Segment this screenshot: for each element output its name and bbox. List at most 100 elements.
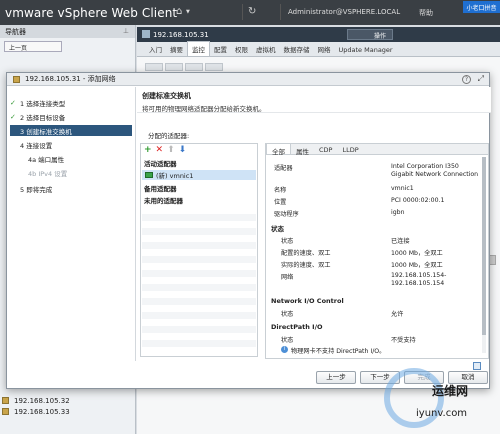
host-list: 192.168.105.32 192.168.105.33 xyxy=(2,395,70,417)
tab-update-manager[interactable]: Update Manager xyxy=(335,44,397,56)
home-icon[interactable]: ⌂ xyxy=(176,6,182,17)
ime-toolbar[interactable]: 小老口拼音 xyxy=(463,1,500,13)
step-connection-settings[interactable]: 4 连接设置 xyxy=(10,139,52,150)
sub-tab[interactable] xyxy=(145,63,163,71)
detail-key: 位置 xyxy=(274,199,287,206)
detail-key: 适配器 xyxy=(274,165,293,172)
empty-row xyxy=(142,340,256,347)
adapter-row[interactable]: (新) vmnic1 xyxy=(142,170,256,180)
object-title: 192.168.105.31 xyxy=(153,30,209,39)
step-ready-to-complete[interactable]: 5 即将完成 xyxy=(10,183,52,194)
add-icon[interactable]: + xyxy=(144,146,152,155)
dialog-title: 192.168.105.31 - 添加网络 xyxy=(25,75,116,83)
detail-key: 配置的速度、双工 xyxy=(281,250,331,257)
top-bar: vmware vSphere Web Client ⌂ ▼ ↻ Administ… xyxy=(0,0,500,25)
tab-monitor[interactable]: 监控 xyxy=(187,41,210,56)
wizard-steps: ✓ 1 选择连接类型 ✓ 2 选择目标设备 3 创建标准交换机 4 连接设置 4… xyxy=(7,87,136,361)
step-label: 2 选择目标设备 xyxy=(20,113,66,122)
refresh-icon[interactable]: ↻ xyxy=(248,6,256,17)
pin-icon[interactable]: ⊥ xyxy=(123,27,129,35)
step-title: 创建标准交换机 xyxy=(142,92,191,100)
empty-row xyxy=(142,284,256,291)
detail-value: 允许 xyxy=(391,311,404,318)
tab-properties[interactable]: 属性 xyxy=(291,144,314,156)
empty-row xyxy=(142,326,256,333)
tab-all[interactable]: 全部 xyxy=(266,144,291,156)
detail-value: 1000 Mb，全双工 xyxy=(391,262,443,269)
detail-value: 192.168.105.154-192.168.105.154 xyxy=(391,272,447,287)
sub-tab[interactable] xyxy=(165,63,183,71)
list-item[interactable]: 192.168.105.33 xyxy=(2,406,70,417)
detail-key: 驱动程序 xyxy=(274,211,299,218)
step-label: 4 连接设置 xyxy=(20,141,53,150)
step-label: 5 即将完成 xyxy=(20,185,53,194)
step-header: 创建标准交换机 将可用的物理网络适配器分配给新交换机。 xyxy=(137,87,491,113)
help-icon[interactable]: ? xyxy=(462,75,471,84)
detail-value: PCI 0000:02:00.1 xyxy=(391,197,445,204)
back-button[interactable]: 上一步 xyxy=(316,371,356,384)
detail-key: 实际的速度、双工 xyxy=(281,262,331,269)
empty-row xyxy=(142,270,256,277)
unused-adapters-heading: 未用的适配器 xyxy=(144,197,183,205)
expand-icon[interactable]: ⤢ xyxy=(478,74,484,84)
move-down-icon[interactable]: ⬇ xyxy=(179,146,187,155)
sub-tab[interactable] xyxy=(185,63,203,71)
nioc-section-title: Network I/O Control xyxy=(271,297,344,305)
details-scrollbar[interactable] xyxy=(482,157,486,353)
empty-row xyxy=(142,228,256,235)
scrollbar-thumb[interactable] xyxy=(482,157,486,335)
tab-configure[interactable]: 配置 xyxy=(210,42,231,56)
watermark-text: 运维网 xyxy=(432,384,469,398)
tab-cdp[interactable]: CDP xyxy=(314,144,337,154)
detail-value: igbn xyxy=(391,209,405,216)
step-select-target-device[interactable]: ✓ 2 选择目标设备 xyxy=(10,111,65,122)
step-label: 4b IPv4 设置 xyxy=(28,169,68,178)
back-button[interactable]: 上一页 xyxy=(4,41,62,52)
help-menu[interactable]: 帮助 xyxy=(419,8,433,18)
detail-key: 网络 xyxy=(281,274,294,281)
tab-summary[interactable]: 摘要 xyxy=(166,42,187,56)
active-adapters-heading: 活动适配器 xyxy=(144,160,177,168)
tab-datastores[interactable]: 数据存储 xyxy=(280,42,314,56)
detail-key: 状态 xyxy=(281,238,294,245)
user-menu[interactable]: Administrator@VSPHERE.LOCAL xyxy=(288,8,400,16)
navigator-title: 导航器 xyxy=(0,25,135,38)
list-item[interactable]: 192.168.105.32 xyxy=(2,395,70,406)
tab-vms[interactable]: 虚拟机 xyxy=(252,42,280,56)
step-select-connection-type[interactable]: ✓ 1 选择连接类型 xyxy=(10,97,65,108)
detail-value: 已连接 xyxy=(391,238,410,245)
tab-lldp[interactable]: LLDP xyxy=(337,144,363,154)
adapter-details: 全部 属性 CDP LLDP 适配器 Intel Corporation I35… xyxy=(265,143,489,370)
detail-key: 状态 xyxy=(281,337,294,344)
tab-permissions[interactable]: 权限 xyxy=(231,42,252,56)
assigned-adapters-label: 分配的适配器: xyxy=(148,132,190,140)
dialog-title-bar: 192.168.105.31 - 添加网络 xyxy=(7,73,489,86)
empty-row xyxy=(142,242,256,249)
object-header: 192.168.105.31 操作 xyxy=(137,27,500,42)
divider xyxy=(242,4,243,20)
divider xyxy=(280,4,281,20)
watermark-url: iyunv.com xyxy=(416,408,468,419)
info-icon: i xyxy=(281,346,288,353)
step-create-standard-switch[interactable]: 3 创建标准交换机 xyxy=(10,125,132,136)
add-network-dialog: 192.168.105.31 - 添加网络 ? ⤢ ✓ 1 选择连接类型 ✓ 2… xyxy=(6,72,491,389)
step-port-properties[interactable]: 4a 端口属性 xyxy=(10,153,64,164)
detail-value: 不受支持 xyxy=(391,337,416,344)
actions-menu[interactable] xyxy=(347,29,393,40)
standby-adapters-heading: 备用适配器 xyxy=(144,185,177,193)
copy-icon[interactable] xyxy=(473,362,481,370)
detail-key: 名称 xyxy=(274,187,287,194)
tab-networks[interactable]: 网络 xyxy=(314,42,335,56)
step-label: 4a 端口属性 xyxy=(28,155,65,164)
remove-icon[interactable]: ✕ xyxy=(156,146,164,155)
check-icon: ✓ xyxy=(10,98,16,107)
nic-icon xyxy=(145,172,153,178)
directpath-note: 物理网卡不支持 DirectPath I/O。 xyxy=(291,348,386,355)
adapter-list: + ✕ ⬆ ⬇ 活动适配器 (新) vmnic1 备用适配器 未用的适配器 xyxy=(140,143,258,357)
sub-tab[interactable] xyxy=(205,63,223,71)
tab-getting-started[interactable]: 入门 xyxy=(145,42,166,56)
step-label: 1 选择连接类型 xyxy=(20,99,66,108)
move-up-icon: ⬆ xyxy=(167,145,175,155)
chevron-down-icon[interactable]: ▼ xyxy=(186,9,190,15)
empty-row xyxy=(142,312,256,319)
